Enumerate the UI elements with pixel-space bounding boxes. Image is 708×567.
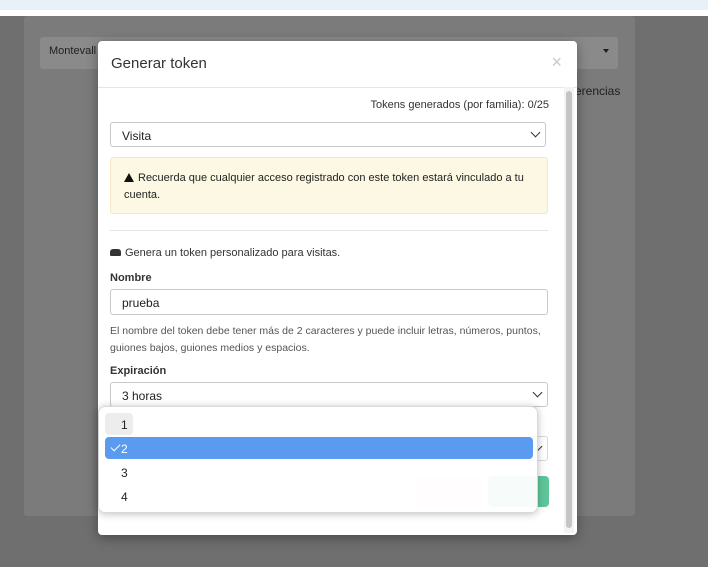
warning-triangle-icon <box>124 173 134 182</box>
name-help-text: El nombre del token debe tener más de 2 … <box>110 325 541 354</box>
section-divider <box>110 230 548 231</box>
option-label: 1 <box>121 418 128 432</box>
caret-down-icon <box>603 49 609 53</box>
scrollbar-thumb[interactable] <box>566 91 572 528</box>
option-label: 4 <box>121 490 128 504</box>
modal-scrollbar[interactable] <box>564 87 574 533</box>
background-link-text: erencias <box>575 84 621 98</box>
option-label: 2 <box>121 442 128 456</box>
browser-top-strip <box>0 0 708 10</box>
helper-line: Genera un token personalizado para visit… <box>110 247 340 259</box>
token-counter: Tokens generados (por familia): 0/25 <box>370 99 549 111</box>
dropdown-option-3[interactable]: 3 <box>105 461 533 483</box>
option-hover-highlight <box>105 413 133 435</box>
expiration-label: Expiración <box>110 365 167 377</box>
dropdown-option-2[interactable]: 2 <box>105 437 533 459</box>
dropdown-option-1[interactable]: 1 <box>105 413 533 435</box>
dropdown-option-4[interactable]: 4 <box>105 485 533 507</box>
number-dropdown-menu[interactable]: 1 2 3 4 <box>98 406 538 513</box>
modal-header: Generar token × <box>98 41 577 88</box>
warning-alert: Recuerda que cualquier acceso registrado… <box>110 157 548 214</box>
name-input[interactable]: prueba <box>110 289 548 315</box>
name-label: Nombre <box>110 272 152 284</box>
checkmark-icon <box>110 441 121 452</box>
token-type-value: Visita <box>122 129 152 143</box>
token-type-select[interactable]: Visita <box>110 122 546 147</box>
background-select-text: Montevall <box>49 45 97 57</box>
helper-text: Genera un token personalizado para visit… <box>125 247 341 259</box>
expiration-value: 3 horas <box>122 389 163 403</box>
alert-text: Recuerda que cualquier acceso registrado… <box>124 172 524 201</box>
expiration-select[interactable]: 3 horas <box>110 382 548 407</box>
modal-title: Generar token <box>111 55 207 72</box>
option-label: 3 <box>121 466 128 480</box>
car-icon <box>110 249 121 256</box>
chevron-down-icon <box>530 127 541 138</box>
close-icon[interactable]: × <box>551 52 562 73</box>
chevron-down-icon <box>532 387 543 398</box>
name-input-value: prueba <box>122 296 160 310</box>
